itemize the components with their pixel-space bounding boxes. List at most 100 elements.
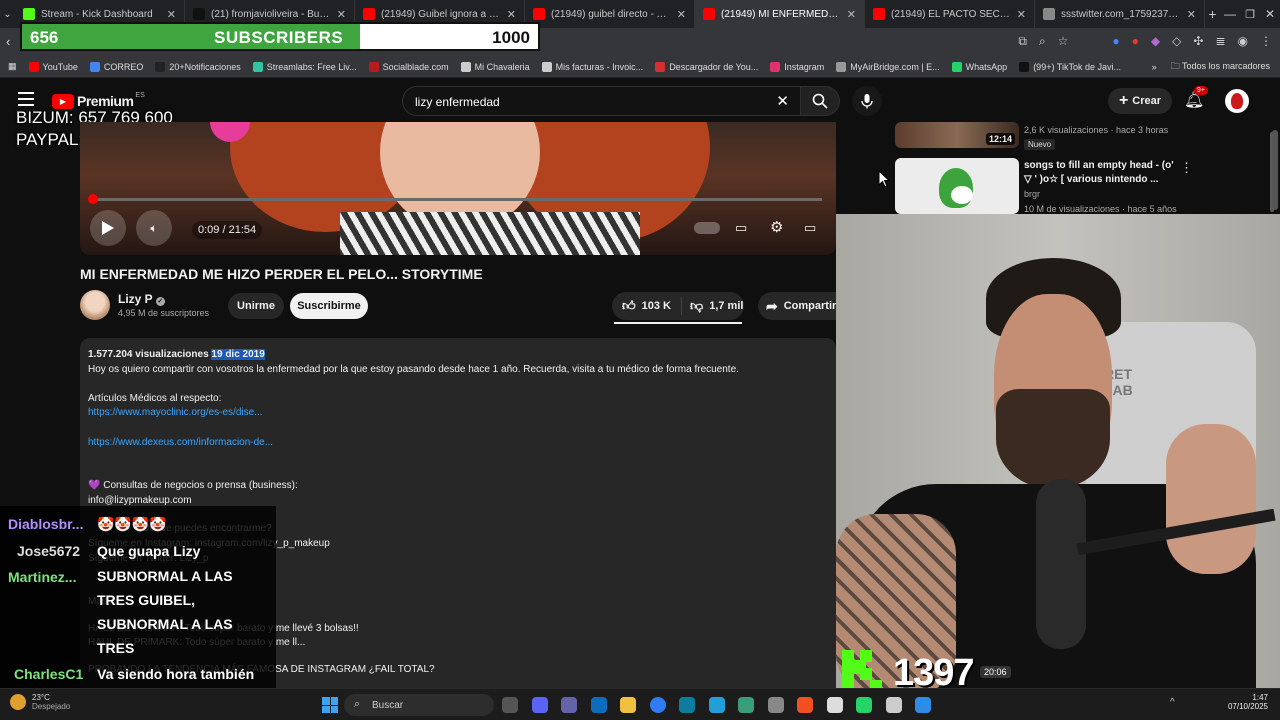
bookmark-item[interactable]: WhatsApp <box>951 61 1007 72</box>
extension-icon[interactable]: ● <box>1132 34 1139 49</box>
bookmark-item[interactable]: Streamlabs: Free Liv... <box>252 61 357 72</box>
extensions-puzzle-icon[interactable]: ✣ <box>1193 34 1203 49</box>
media-control-icon[interactable]: ≣ <box>1215 34 1225 49</box>
more-bookmarks-icon[interactable]: » <box>1152 62 1157 72</box>
dislike-button[interactable]: 👎︎ 1,7 mil <box>682 298 743 314</box>
taskbar-app-icon[interactable] <box>915 697 931 713</box>
zoom-icon[interactable]: ⌕ <box>1039 34 1046 49</box>
youtube-logo[interactable]: ▶ Premium ES <box>52 92 145 109</box>
tab-list-dropdown[interactable]: ⌄ <box>0 0 15 28</box>
description-link[interactable]: https://www.dexeus.com/informacion-de... <box>88 436 828 451</box>
autoplay-toggle[interactable] <box>694 222 720 234</box>
taskbar-app-icon[interactable] <box>826 697 843 713</box>
bookmark-item[interactable]: Mi Chavaleria <box>460 61 530 72</box>
taskbar-app-icon[interactable] <box>502 697 518 713</box>
taskbar-app-icon[interactable] <box>679 697 695 713</box>
taskbar-app-icon[interactable] <box>797 697 813 713</box>
cast-icon[interactable]: ⧉ <box>1018 34 1027 49</box>
create-button[interactable]: + Crear <box>1108 88 1172 114</box>
start-button[interactable] <box>322 697 338 713</box>
bookmark-item[interactable]: (99+) TikTok de Javi... <box>1019 61 1121 72</box>
bookmark-item[interactable]: Descargador de You... <box>655 61 758 72</box>
tab-close-icon[interactable]: ✕ <box>847 8 856 21</box>
youtube-play-icon: ▶ <box>52 93 74 109</box>
bookmark-item[interactable]: Mis facturas - Invoic... <box>541 61 643 72</box>
bookmark-item[interactable]: 20+Notificaciones <box>155 61 241 72</box>
taskbar-app-icon[interactable] <box>590 697 607 713</box>
video-progress-bar[interactable] <box>88 194 822 204</box>
vertical-scrollbar[interactable] <box>1272 130 1278 210</box>
bookmark-favicon-icon <box>951 61 962 72</box>
browser-tab[interactable]: (21949) EL PACTO SECRETO DE ✕ <box>865 0 1035 28</box>
account-avatar[interactable] <box>1225 89 1249 113</box>
video-player[interactable]: 🔈︎ 0:09 / 21:54 ▭ ⚙ ▭ <box>80 122 836 255</box>
extension-icon[interactable]: ◇ <box>1172 34 1181 49</box>
all-bookmarks-folder[interactable]: 🗀 Todos los marcadores <box>1171 59 1270 75</box>
channel-avatar[interactable] <box>80 290 110 320</box>
description-link[interactable]: https://www.mayoclinic.org/es-es/dise... <box>88 406 828 421</box>
taskbar-app-icon[interactable] <box>708 697 725 713</box>
taskbar-app-icon[interactable] <box>620 697 636 713</box>
bookmarks-bar: ▦ YouTube CORREO 20+Notificaciones Streamla… <box>0 56 1280 78</box>
bookmark-item[interactable]: YouTube <box>28 61 78 72</box>
search-button[interactable] <box>800 86 840 116</box>
weather-temp: 23°C <box>32 693 50 702</box>
notifications-button[interactable]: 🔔︎ 9+ <box>1184 86 1208 110</box>
taskbar-search[interactable]: ⌕ Buscar <box>344 694 494 716</box>
tab-close-icon[interactable]: ✕ <box>337 8 346 21</box>
browser-tab[interactable]: (21949) guibel directo - YouTu ✕ <box>525 0 695 28</box>
related-thumbnail[interactable]: 12:14 <box>895 122 1019 148</box>
volume-button[interactable]: 🔈︎ <box>136 210 172 246</box>
tray-chevron-icon[interactable]: ^ <box>1170 697 1175 708</box>
tab-close-icon[interactable]: ✕ <box>167 8 176 21</box>
related-title[interactable]: songs to fill an empty head - (o' ▽ ' )o… <box>1024 159 1174 187</box>
taskbar-app-icon[interactable] <box>561 697 577 713</box>
profile-avatar[interactable]: ◉ <box>1238 34 1248 49</box>
apps-grid-icon[interactable]: ▦ <box>8 61 17 72</box>
close-window-button[interactable]: ✕ <box>1260 7 1280 21</box>
taskbar-app-icon[interactable] <box>531 697 548 713</box>
tab-close-icon[interactable]: ✕ <box>507 8 516 21</box>
voice-search-button[interactable] <box>852 86 882 116</box>
browser-tab[interactable]: (21949) MI ENFERMEDAD ME I ✕ <box>695 0 865 28</box>
extension-icon[interactable]: ◆ <box>1151 34 1160 49</box>
bookmark-item[interactable]: Instagram <box>770 61 824 72</box>
weather-widget[interactable]: 23°C Despejado <box>10 693 70 711</box>
theater-mode-icon[interactable]: ▭ <box>804 220 816 236</box>
related-thumbnail[interactable] <box>895 158 1019 214</box>
video-progress-handle[interactable] <box>88 194 98 204</box>
settings-gear-icon[interactable]: ⚙ <box>770 218 783 236</box>
extension-icon[interactable]: ● <box>1112 34 1119 49</box>
join-button[interactable]: Unirme <box>228 293 284 319</box>
tab-favicon-icon <box>1043 8 1055 20</box>
tab-close-icon[interactable]: ✕ <box>1017 8 1026 21</box>
minimize-button[interactable]: — <box>1220 7 1240 21</box>
taskbar-app-icon[interactable] <box>856 697 872 713</box>
like-button[interactable]: 👍︎ 103 K <box>612 297 682 315</box>
back-button[interactable]: ‹ <box>6 34 10 49</box>
hamburger-menu-icon[interactable] <box>18 92 34 106</box>
related-more-icon[interactable]: ⋮ <box>1180 160 1193 176</box>
tab-close-icon[interactable]: ✕ <box>1187 8 1196 21</box>
bookmark-item[interactable]: CORREO <box>89 61 143 72</box>
new-tab-button[interactable]: + <box>1205 6 1220 22</box>
browser-tab[interactable]: ssstwitter.com_175923712069 ✕ <box>1035 0 1205 28</box>
share-button[interactable]: ➦ Compartir <box>758 292 838 320</box>
channel-name[interactable]: Lizy P ✓ <box>118 292 165 306</box>
tab-close-icon[interactable]: ✕ <box>677 8 686 21</box>
bookmark-star-icon[interactable]: ☆ <box>1058 34 1069 49</box>
subtitles-icon[interactable]: ▭ <box>735 220 747 236</box>
taskbar-app-icon[interactable] <box>767 697 784 713</box>
menu-dots-icon[interactable]: ⋮ <box>1260 34 1272 49</box>
play-button[interactable] <box>90 210 126 246</box>
bookmark-item[interactable]: Socialblade.com <box>368 61 449 72</box>
search-input[interactable]: lizy enfermedad ✕ <box>402 86 802 116</box>
taskbar-clock[interactable]: 1:47 07/10/2025 <box>1228 693 1268 711</box>
taskbar-app-icon[interactable] <box>649 697 666 713</box>
taskbar-app-icon[interactable] <box>738 697 754 713</box>
subscribe-button[interactable]: Suscribirme <box>290 293 368 319</box>
restore-button[interactable]: ❐ <box>1240 8 1260 21</box>
clear-search-icon[interactable]: ✕ <box>776 92 789 110</box>
bookmark-item[interactable]: MyAirBridge.com | E... <box>836 61 940 72</box>
taskbar-app-icon[interactable] <box>885 697 902 713</box>
